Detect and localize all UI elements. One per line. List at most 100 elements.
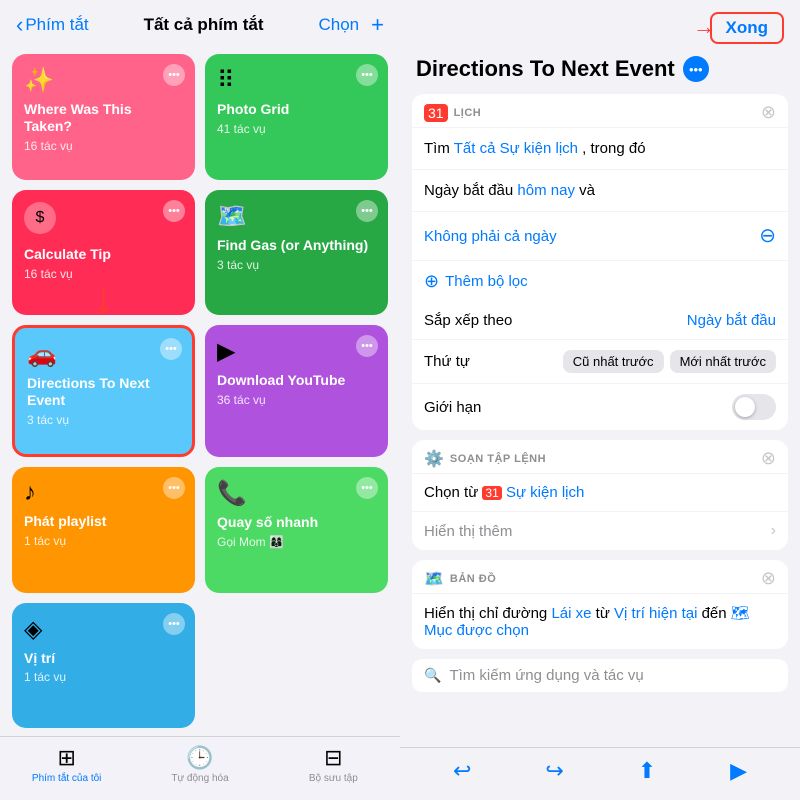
back-button[interactable]: ‹ Phím tắt (16, 12, 89, 38)
lich-row2-ngay: Ngày bắt đầu (424, 182, 517, 199)
order-pill-group: Cũ nhất trước Mới nhất trước (563, 350, 776, 373)
lich-icon: 31 (424, 104, 448, 122)
chon-button[interactable]: Chọn (318, 15, 359, 35)
right-content: Directions To Next Event ••• 31 LỊCH ⊗ T… (400, 52, 800, 747)
undo-button[interactable]: ↩ (453, 758, 471, 784)
lich-row-2: Ngày bắt đầu hôm nay và (412, 170, 788, 212)
script-row-1: Chọn từ 31 Sự kiện lịch (412, 474, 788, 512)
card-icon-photo: ⠿ (217, 66, 376, 95)
order-pill-oldest[interactable]: Cũ nhất trước (563, 350, 664, 373)
card-title-youtube: Download YouTube (217, 372, 376, 389)
card-title-playlist: Phát playlist (24, 513, 183, 530)
lich-row-1: Tìm Tất cả Sự kiện lịch , trong đó (412, 128, 788, 170)
lich-row3-khongphai[interactable]: Không phải cả ngày (424, 226, 557, 247)
lich-row2-va: và (579, 182, 595, 199)
map-label: BẢN ĐỒ (450, 573, 496, 585)
script-close-button[interactable]: ⊗ (761, 448, 776, 469)
map-section-header-left: 🗺️ BẢN ĐỒ (424, 569, 496, 589)
lich-row-3: Không phải cả ngày ⊖ (412, 212, 788, 261)
script-chon: Chọn từ (424, 484, 482, 501)
lich-row3-minus[interactable]: ⊖ (759, 222, 776, 250)
card-title-quayso: Quay số nhanh (217, 514, 376, 531)
chevron-right-icon: › (771, 522, 776, 540)
lich-close-button[interactable]: ⊗ (761, 102, 776, 123)
shortcut-card-youtube[interactable]: ••• ▶ Download YouTube 36 tác vụ (205, 325, 388, 457)
shortcut-card-vitri[interactable]: ••• ◈ Vị trí 1 tác vụ (12, 603, 195, 728)
back-label: Phím tắt (25, 15, 88, 35)
nav-item-automation[interactable]: 🕒 Tự động hóa (133, 745, 266, 784)
card-title-vitri: Vị trí (24, 650, 183, 667)
nav-label-automation: Tự động hóa (171, 773, 228, 784)
add-filter-label: Thêm bộ lọc (445, 273, 528, 290)
script-events[interactable]: Sự kiện lịch (506, 484, 584, 501)
card-icon-quayso: 📞 (217, 479, 376, 508)
map-row-1: Hiển thị chỉ đường Lái xe từ Vị trí hiện… (412, 594, 788, 649)
right-header: → Xong (400, 0, 800, 52)
arrow-to-xong-icon: → (693, 14, 715, 40)
lich-row1-events[interactable]: Tất cả Sự kiện lịch (454, 140, 578, 157)
nav-label-shortcuts: Phím tắt của tôi (32, 773, 101, 784)
map-close-button[interactable]: ⊗ (761, 568, 776, 589)
bottom-toolbar: ↩ ↪ ⬆ ▶ (400, 747, 800, 800)
detail-title-text: Directions To Next Event (416, 56, 675, 82)
card-sub-youtube: 36 tác vụ (217, 393, 376, 407)
search-placeholder-text: Tìm kiếm ứng dụng và tác vụ (449, 667, 643, 684)
card-title-directions: Directions To Next Event (27, 375, 180, 409)
shortcut-card-calc[interactable]: ••• $ Calculate Tip 16 tác vụ (12, 190, 195, 315)
add-filter-row[interactable]: ⊕ Thêm bộ lọc (412, 261, 788, 302)
sort-label: Sắp xếp theo (424, 312, 512, 329)
search-bar[interactable]: 🔍 Tìm kiếm ứng dụng và tác vụ (412, 659, 788, 692)
nav-label-gallery: Bộ sưu tập (309, 773, 358, 784)
shortcut-card-gas[interactable]: ••• 🗺️ Find Gas (or Anything) 3 tác vụ (205, 190, 388, 315)
map-tu: từ (596, 605, 614, 622)
limit-label: Giới hạn (424, 399, 481, 416)
card-icon-calc: $ (24, 202, 56, 234)
shortcut-card-where[interactable]: ••• ✨ Where Was This Taken? 16 tác vụ (12, 54, 195, 180)
order-pill-newest[interactable]: Mới nhất trước (670, 350, 776, 373)
right-panel: → Xong Directions To Next Event ••• 31 L… (400, 0, 800, 800)
card-more-gas[interactable]: ••• (356, 200, 378, 222)
play-button[interactable]: ▶ (730, 758, 747, 784)
card-more-photo[interactable]: ••• (356, 64, 378, 86)
sort-value[interactable]: Ngày bắt đầu (687, 312, 776, 329)
shortcut-card-quayso[interactable]: ••• 📞 Quay số nhanh Gọi Mom 👩‍👩‍👦 (205, 467, 388, 592)
script-section: ⚙️ SOẠN TẬP LỆNH ⊗ Chọn từ 31 Sự kiện lị… (412, 440, 788, 550)
nav-item-shortcuts[interactable]: ⊞ Phím tắt của tôi (0, 745, 133, 784)
card-sub-gas: 3 tác vụ (217, 258, 376, 272)
detail-more-button[interactable]: ••• (683, 56, 709, 82)
hiende-row[interactable]: Hiển thị thêm › (412, 512, 788, 550)
xong-button[interactable]: Xong (710, 12, 785, 44)
lich-row1-tim: Tìm (424, 140, 454, 157)
share-button[interactable]: ⬆ (638, 758, 656, 784)
lich-section-header-left: 31 LỊCH (424, 104, 481, 122)
map-laixe[interactable]: Lái xe (551, 605, 591, 622)
nav-item-gallery[interactable]: ⊟ Bộ sưu tập (267, 745, 400, 784)
shortcut-card-playlist[interactable]: ••• ♪ Phát playlist 1 tác vụ (12, 467, 195, 592)
add-button[interactable]: + (371, 12, 384, 38)
card-more-calc[interactable]: ••• (163, 200, 185, 222)
order-row: Thứ tự Cũ nhất trước Mới nhất trước (412, 340, 788, 384)
map-vitri[interactable]: Vị trí hiện tại (614, 605, 697, 622)
map-den: đến (702, 605, 731, 622)
limit-toggle[interactable] (732, 394, 776, 420)
hiende-label: Hiển thị thêm (424, 523, 512, 540)
shortcut-card-photo[interactable]: ••• ⠿ Photo Grid 41 tác vụ (205, 54, 388, 180)
card-sub-calc: 16 tác vụ (24, 267, 183, 281)
shortcut-card-directions[interactable]: ••• 🚗 Directions To Next Event 3 tác vụ … (12, 325, 195, 457)
card-icon-playlist: ♪ (24, 479, 183, 507)
shortcut-detail-title: Directions To Next Event ••• (400, 52, 800, 94)
card-icon-where: ✨ (24, 66, 183, 95)
lich-row2-homnay[interactable]: hôm nay (517, 182, 575, 199)
bottom-nav: ⊞ Phím tắt của tôi 🕒 Tự động hóa ⊟ Bộ sư… (0, 736, 400, 800)
map-hienthi: Hiển thị chỉ đường (424, 605, 551, 622)
card-more-vitri[interactable]: ••• (163, 613, 185, 635)
lich-section: 31 LỊCH ⊗ Tìm Tất cả Sự kiện lịch , tron… (412, 94, 788, 430)
map-section-header: 🗺️ BẢN ĐỒ ⊗ (412, 560, 788, 594)
redo-button[interactable]: ↪ (545, 758, 563, 784)
card-more-where[interactable]: ••• (163, 64, 185, 86)
shortcuts-grid: ••• ✨ Where Was This Taken? 16 tác vụ ••… (0, 46, 400, 736)
card-sub-directions: 3 tác vụ (27, 413, 180, 427)
script-section-header: ⚙️ SOẠN TẬP LỆNH ⊗ (412, 440, 788, 474)
add-filter-plus-icon: ⊕ (424, 271, 439, 292)
card-icon-youtube: ▶ (217, 337, 376, 366)
